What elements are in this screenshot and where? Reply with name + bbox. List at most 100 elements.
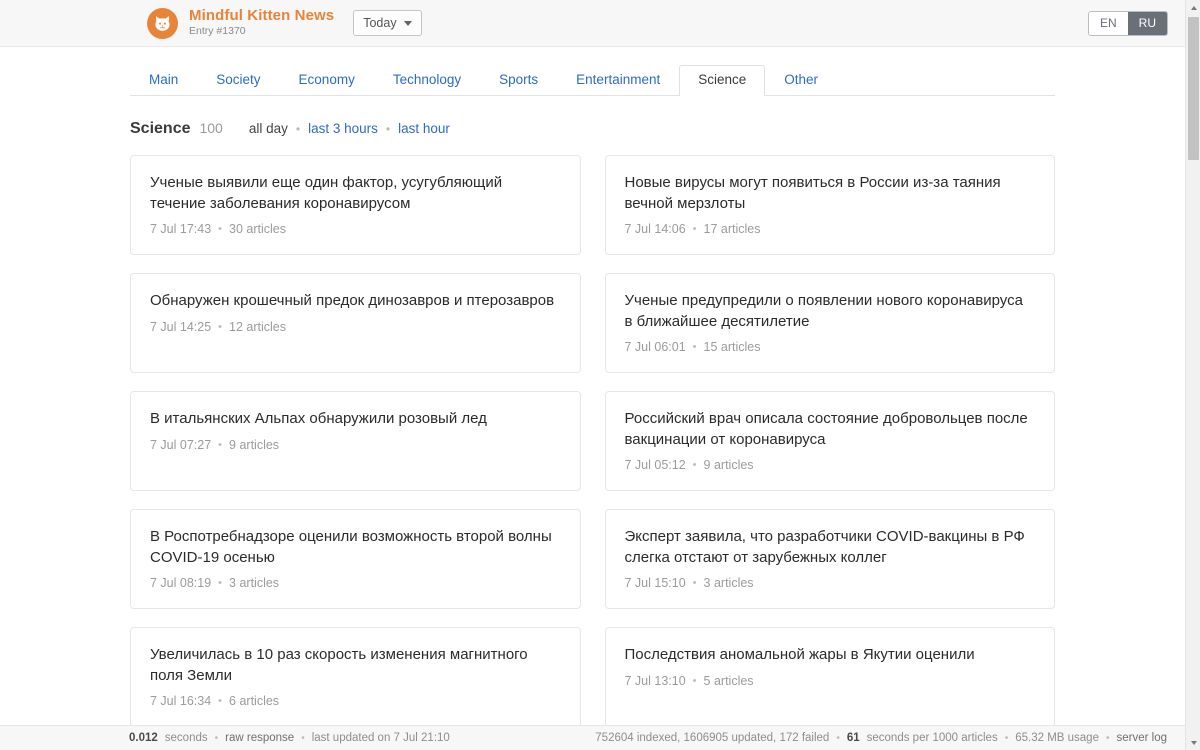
raw-response-link[interactable]: raw response: [225, 732, 294, 744]
news-card-articles: 5 articles: [704, 674, 754, 688]
brand[interactable]: Mindful Kitten News Entry #1370: [147, 8, 334, 39]
news-card-time: 7 Jul 17:43: [150, 222, 211, 236]
brand-title: Mindful Kitten News: [189, 8, 334, 25]
news-card-title: Эксперт заявила, что разработчики COVID-…: [625, 527, 1036, 568]
page-viewport: Mindful Kitten News Entry #1370 Today EN…: [0, 0, 1185, 750]
language-toggle[interactable]: EN RU: [1088, 11, 1168, 36]
tab-entertainment[interactable]: Entertainment: [557, 65, 679, 96]
time-filters: all day • last 3 hours • last hour: [249, 121, 450, 136]
meta-dot: •: [218, 695, 222, 707]
news-card-meta: 7 Jul 05:12 • 9 articles: [625, 458, 1036, 472]
meta-dot: •: [693, 341, 697, 353]
news-card-title: Ученые выявили еще один фактор, усугубля…: [150, 173, 561, 214]
news-card-articles: 3 articles: [704, 576, 754, 590]
news-card[interactable]: В итальянских Альпах обнаружили розовый …: [130, 391, 581, 491]
section-header: Science 100 all day • last 3 hours • las…: [130, 120, 1055, 138]
page-scrollbar[interactable]: [1185, 0, 1200, 750]
chevron-down-icon: [404, 21, 412, 26]
status-dot: •: [836, 733, 840, 744]
news-card-meta: 7 Jul 06:01 • 15 articles: [625, 340, 1036, 354]
news-card-meta: 7 Jul 14:25 • 12 articles: [150, 320, 561, 334]
news-card-articles: 15 articles: [704, 340, 761, 354]
news-card-time: 7 Jul 13:10: [625, 674, 686, 688]
news-card-title: Новые вирусы могут появиться в России из…: [625, 173, 1036, 214]
response-seconds-value: 0.012: [129, 732, 158, 744]
tab-economy[interactable]: Economy: [280, 65, 374, 96]
date-range-select[interactable]: Today: [353, 10, 421, 36]
news-card-title: В Роспотребнадзоре оценили возможность в…: [150, 527, 561, 568]
news-card-meta: 7 Jul 17:43 • 30 articles: [150, 222, 561, 236]
tab-technology[interactable]: Technology: [374, 65, 480, 96]
news-card-articles: 30 articles: [229, 222, 286, 236]
meta-dot: •: [218, 577, 222, 589]
lang-button-en[interactable]: EN: [1089, 12, 1128, 35]
news-card-time: 7 Jul 16:34: [150, 694, 211, 708]
news-card[interactable]: Российский врач описала состояние добров…: [605, 391, 1056, 491]
news-card[interactable]: Обнаружен крошечный предок динозавров и …: [130, 273, 581, 373]
meta-dot: •: [218, 223, 222, 235]
section-count: 100: [199, 120, 222, 136]
news-card-time: 7 Jul 14:25: [150, 320, 211, 334]
news-card-articles: 9 articles: [704, 458, 754, 472]
news-card[interactable]: Увеличилась в 10 раз скорость изменения …: [130, 627, 581, 727]
page-title: Science: [130, 120, 190, 138]
filter-all-day[interactable]: all day: [249, 121, 288, 136]
tab-science[interactable]: Science: [679, 65, 765, 96]
status-bar-right: 752604 indexed, 1606905 updated, 172 fai…: [595, 732, 1167, 744]
news-card[interactable]: Новые вирусы могут появиться в России из…: [605, 155, 1056, 255]
news-card[interactable]: Эксперт заявила, что разработчики COVID-…: [605, 509, 1056, 609]
server-log-link[interactable]: server log: [1117, 732, 1168, 744]
index-stats-text: 752604 indexed, 1606905 updated, 172 fai…: [595, 732, 829, 744]
news-card-articles: 9 articles: [229, 438, 279, 452]
brand-subtitle: Entry #1370: [189, 26, 334, 38]
filter-last-3-hours[interactable]: last 3 hours: [308, 121, 378, 136]
status-dot: •: [215, 733, 219, 744]
scroll-up-arrow-icon[interactable]: [1186, 0, 1200, 15]
category-nav: Main Society Economy Technology Sports E…: [0, 47, 1185, 96]
tab-other[interactable]: Other: [765, 65, 837, 96]
news-card-time: 7 Jul 06:01: [625, 340, 686, 354]
news-card-title: Ученые предупредили о появлении нового к…: [625, 291, 1036, 332]
news-card-articles: 6 articles: [229, 694, 279, 708]
last-updated-text: last updated on 7 Jul 21:10: [312, 732, 450, 744]
rate-label: seconds per 1000 articles: [867, 732, 998, 744]
status-bar-left: 0.012 seconds • raw response • last upda…: [129, 732, 450, 744]
news-card-time: 7 Jul 07:27: [150, 438, 211, 452]
news-card-title: Последствия аномальной жары в Якутии оце…: [625, 645, 1036, 666]
status-dot: •: [301, 733, 305, 744]
news-card-title: В итальянских Альпах обнаружили розовый …: [150, 409, 561, 430]
status-bar: 0.012 seconds • raw response • last upda…: [0, 725, 1185, 750]
news-card-grid: Ученые выявили еще один фактор, усугубля…: [130, 155, 1055, 727]
response-seconds-label: seconds: [165, 732, 208, 744]
tab-main[interactable]: Main: [130, 65, 197, 96]
meta-dot: •: [693, 577, 697, 589]
news-card-meta: 7 Jul 15:10 • 3 articles: [625, 576, 1036, 590]
tab-society[interactable]: Society: [197, 65, 279, 96]
news-card-articles: 17 articles: [704, 222, 761, 236]
status-dot: •: [1106, 733, 1110, 744]
meta-dot: •: [693, 223, 697, 235]
news-card[interactable]: Ученые предупредили о появлении нового к…: [605, 273, 1056, 373]
filter-separator-2: •: [386, 122, 390, 136]
meta-dot: •: [693, 459, 697, 471]
cat-face-icon: [147, 8, 178, 39]
news-card[interactable]: Последствия аномальной жары в Якутии оце…: [605, 627, 1056, 727]
news-card-meta: 7 Jul 07:27 • 9 articles: [150, 438, 561, 452]
filter-separator-1: •: [296, 122, 300, 136]
tab-sports[interactable]: Sports: [480, 65, 557, 96]
filter-last-hour[interactable]: last hour: [398, 121, 450, 136]
scrollbar-thumb[interactable]: [1188, 17, 1199, 160]
news-card-meta: 7 Jul 16:34 • 6 articles: [150, 694, 561, 708]
news-card[interactable]: Ученые выявили еще один фактор, усугубля…: [130, 155, 581, 255]
tab-list: Main Society Economy Technology Sports E…: [130, 66, 1055, 96]
news-card[interactable]: В Роспотребнадзоре оценили возможность в…: [130, 509, 581, 609]
news-card-meta: 7 Jul 14:06 • 17 articles: [625, 222, 1036, 236]
news-card-meta: 7 Jul 13:10 • 5 articles: [625, 674, 1036, 688]
news-card-title: Российский врач описала состояние добров…: [625, 409, 1036, 450]
lang-button-ru[interactable]: RU: [1128, 12, 1167, 35]
news-card-articles: 3 articles: [229, 576, 279, 590]
news-card-time: 7 Jul 14:06: [625, 222, 686, 236]
news-card-time: 7 Jul 15:10: [625, 576, 686, 590]
meta-dot: •: [218, 439, 222, 451]
scroll-down-arrow-icon[interactable]: [1186, 735, 1200, 750]
